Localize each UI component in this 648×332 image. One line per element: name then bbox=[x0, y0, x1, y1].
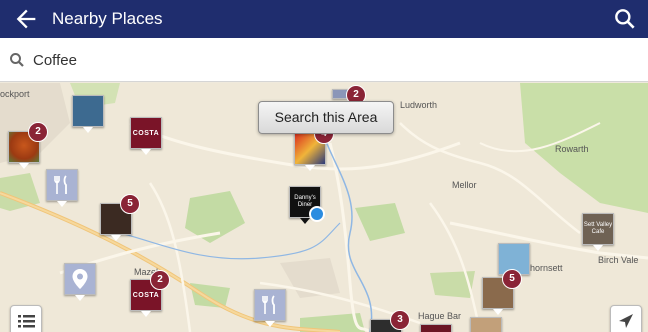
pin-count-badge: 3 bbox=[390, 310, 410, 330]
map-pin-bottom-2[interactable] bbox=[420, 324, 452, 332]
town-label-ludworth: Ludworth bbox=[400, 100, 438, 110]
map-pin-costa-2[interactable]: COSTA 2 bbox=[130, 270, 170, 317]
search-this-area-button[interactable]: Search this Area bbox=[258, 101, 394, 134]
location-dot-icon bbox=[309, 206, 325, 222]
map-pin-bottom[interactable]: 3 bbox=[370, 310, 410, 332]
map-pin-dannys-diner[interactable]: Danny's Diner bbox=[289, 186, 325, 224]
pin-count-badge: 5 bbox=[502, 269, 522, 289]
map-pin-restaurant[interactable] bbox=[46, 169, 78, 207]
app-bar: Nearby Places bbox=[0, 0, 648, 38]
pin-count-badge: 5 bbox=[120, 194, 140, 214]
map-pin-cafe-left[interactable]: 5 bbox=[100, 194, 140, 241]
navigation-arrow-icon bbox=[619, 314, 633, 328]
search-bar bbox=[0, 38, 648, 82]
map-pin-location[interactable] bbox=[64, 263, 96, 301]
list-view-button[interactable] bbox=[10, 305, 42, 332]
pin-count-badge: 2 bbox=[28, 122, 48, 142]
map-pin-center[interactable]: 4 bbox=[294, 124, 334, 171]
town-label-hague-bar: Hague Bar bbox=[418, 311, 462, 321]
map-pin-restaurant-2[interactable] bbox=[254, 289, 286, 327]
search-icon[interactable] bbox=[612, 6, 638, 32]
town-label-stockport: ockport bbox=[0, 89, 30, 99]
town-label-rowarth: Rowarth bbox=[555, 144, 589, 154]
town-label-thornsett: hornsett bbox=[530, 263, 563, 273]
map-pin-person[interactable]: 5 bbox=[482, 269, 522, 315]
town-label-mellor: Mellor bbox=[452, 180, 477, 190]
pin-count-badge: 2 bbox=[150, 270, 170, 290]
map-view[interactable]: ockport Ludworth Mellor Rowarth Birch Va… bbox=[0, 83, 648, 332]
map-pin-photo[interactable] bbox=[72, 95, 104, 133]
list-icon bbox=[18, 315, 35, 328]
back-arrow-icon[interactable] bbox=[12, 5, 40, 33]
magnifier-icon bbox=[10, 53, 24, 67]
search-input[interactable] bbox=[33, 48, 593, 72]
my-location-button[interactable] bbox=[610, 305, 642, 332]
map-pin-costa[interactable]: COSTA bbox=[130, 117, 162, 155]
map-pin-top[interactable]: 2 bbox=[332, 85, 366, 105]
costa-logo: COSTA bbox=[131, 118, 161, 148]
fork-knife-icon bbox=[54, 175, 67, 194]
page-title: Nearby Places bbox=[52, 9, 163, 28]
fork-knife-icon bbox=[262, 295, 275, 314]
map-marker-icon bbox=[72, 269, 88, 289]
map-pin-sett-valley[interactable]: Sett Valley Cafe bbox=[582, 213, 614, 251]
town-label-birch-vale: Birch Vale bbox=[598, 255, 639, 265]
map-pin-tree[interactable]: 2 bbox=[8, 122, 48, 169]
map-pin-bottom-3[interactable] bbox=[470, 317, 502, 332]
